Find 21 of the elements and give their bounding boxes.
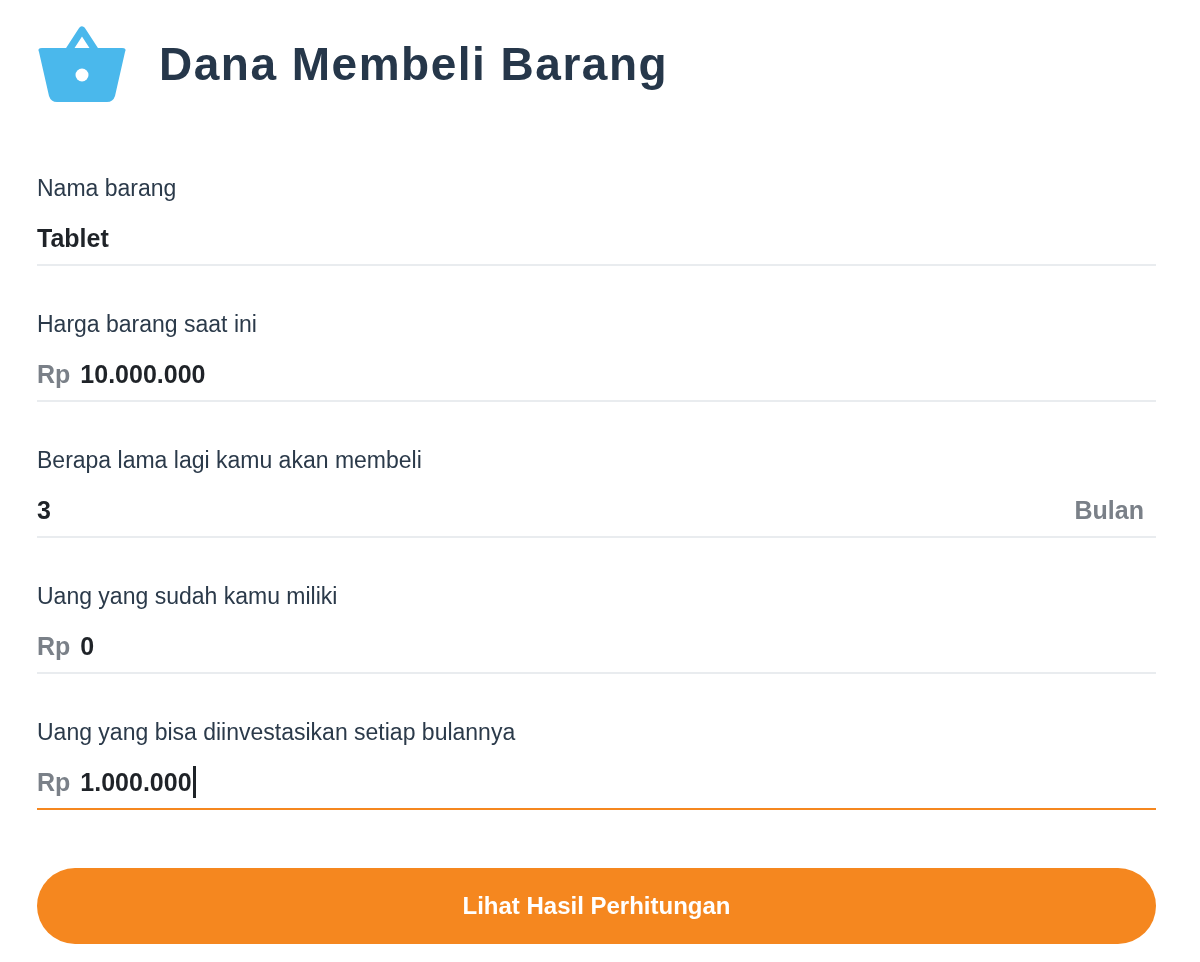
- field-value: 0: [80, 631, 95, 662]
- input-field[interactable]: 3 Bulan: [37, 492, 1156, 538]
- basket-icon: [37, 24, 127, 104]
- field-value: 1.000.000: [80, 766, 196, 798]
- input-field[interactable]: Tablet: [37, 220, 1156, 266]
- field-label: Berapa lama lagi kamu akan membeli: [37, 446, 422, 474]
- field-value: 10.000.000: [80, 359, 206, 390]
- input-field[interactable]: Rp 0: [37, 628, 1156, 674]
- currency-prefix: Rp: [37, 767, 71, 797]
- unit-suffix: Bulan: [1074, 495, 1144, 525]
- page-title: Dana Membeli Barang: [159, 37, 669, 91]
- field-label: Uang yang bisa diinvestasikan setiap bulannya: [37, 718, 516, 746]
- field-value: 3: [37, 495, 51, 526]
- input-field[interactable]: Rp 1.000.000: [37, 764, 1156, 810]
- currency-prefix: Rp: [37, 631, 71, 661]
- field-label: Uang yang sudah kamu miliki: [37, 582, 338, 610]
- field-value: Tablet: [37, 223, 109, 254]
- field-label: Harga barang saat ini: [37, 310, 257, 338]
- currency-prefix: Rp: [37, 359, 71, 389]
- input-field[interactable]: Rp 10.000.000: [37, 356, 1156, 402]
- field-label: Nama barang: [37, 174, 177, 202]
